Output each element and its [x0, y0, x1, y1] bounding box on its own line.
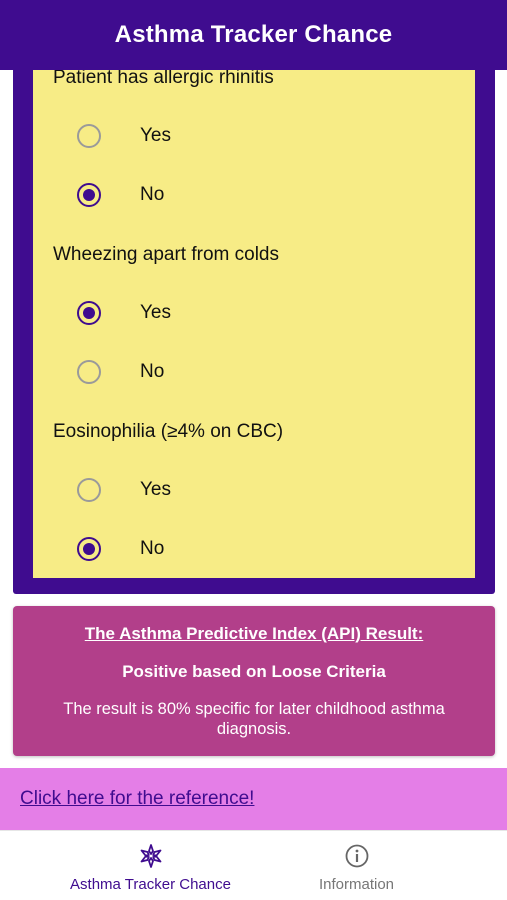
option-eosinophilia-no[interactable]: No: [33, 524, 475, 574]
app-header: Asthma Tracker Chance: [0, 0, 507, 70]
option-label: No: [140, 538, 165, 559]
tab-label: Information: [318, 876, 395, 893]
header-title: Asthma Tracker Chance: [114, 21, 393, 48]
option-label: No: [140, 361, 165, 382]
radio-eosinophilia-yes[interactable]: [77, 478, 101, 502]
option-allergic-rhinitis-no[interactable]: No: [33, 170, 475, 220]
tab-label: Asthma Tracker Chance: [70, 876, 231, 893]
radio-allergic-rhinitis-yes[interactable]: [77, 124, 101, 148]
option-label: Yes: [140, 125, 171, 146]
option-eosinophilia-yes[interactable]: Yes: [33, 465, 475, 515]
radio-wheezing-no[interactable]: [77, 360, 101, 384]
radio-wheezing-yes[interactable]: [77, 301, 101, 325]
option-label: No: [140, 184, 165, 205]
option-label: Yes: [140, 302, 171, 323]
questions-card: Patient has allergic rhinitis Yes No Whe…: [33, 40, 475, 578]
tab-information[interactable]: Information: [230, 831, 483, 900]
reference-link[interactable]: Click here for the reference!: [20, 788, 254, 810]
result-title: The Asthma Predictive Index (API) Result…: [84, 624, 424, 643]
question-eosinophilia: Eosinophilia (≥4% on CBC): [53, 421, 284, 442]
api-result-card: The Asthma Predictive Index (API) Result…: [13, 606, 495, 756]
radio-eosinophilia-no[interactable]: [77, 537, 101, 561]
bottom-tab-bar: Asthma Tracker Chance Information: [0, 830, 507, 900]
question-wheezing: Wheezing apart from colds: [53, 244, 279, 265]
result-description: The result is 80% specific for later chi…: [63, 700, 445, 738]
question-allergic-rhinitis: Patient has allergic rhinitis: [53, 67, 274, 88]
radio-allergic-rhinitis-no[interactable]: [77, 183, 101, 207]
option-wheezing-yes[interactable]: Yes: [33, 288, 475, 338]
info-circle-icon: [345, 844, 368, 868]
option-wheezing-no[interactable]: No: [33, 347, 475, 397]
option-label: Yes: [140, 479, 171, 500]
option-allergic-rhinitis-yes[interactable]: Yes: [33, 111, 475, 161]
result-status: Positive based on Loose Criteria: [122, 662, 386, 681]
reference-bar: Click here for the reference!: [0, 768, 507, 830]
asterisk-flower-icon: [140, 844, 161, 868]
app-screen: Asthma Tracker Chance Patient has allerg…: [0, 0, 507, 900]
